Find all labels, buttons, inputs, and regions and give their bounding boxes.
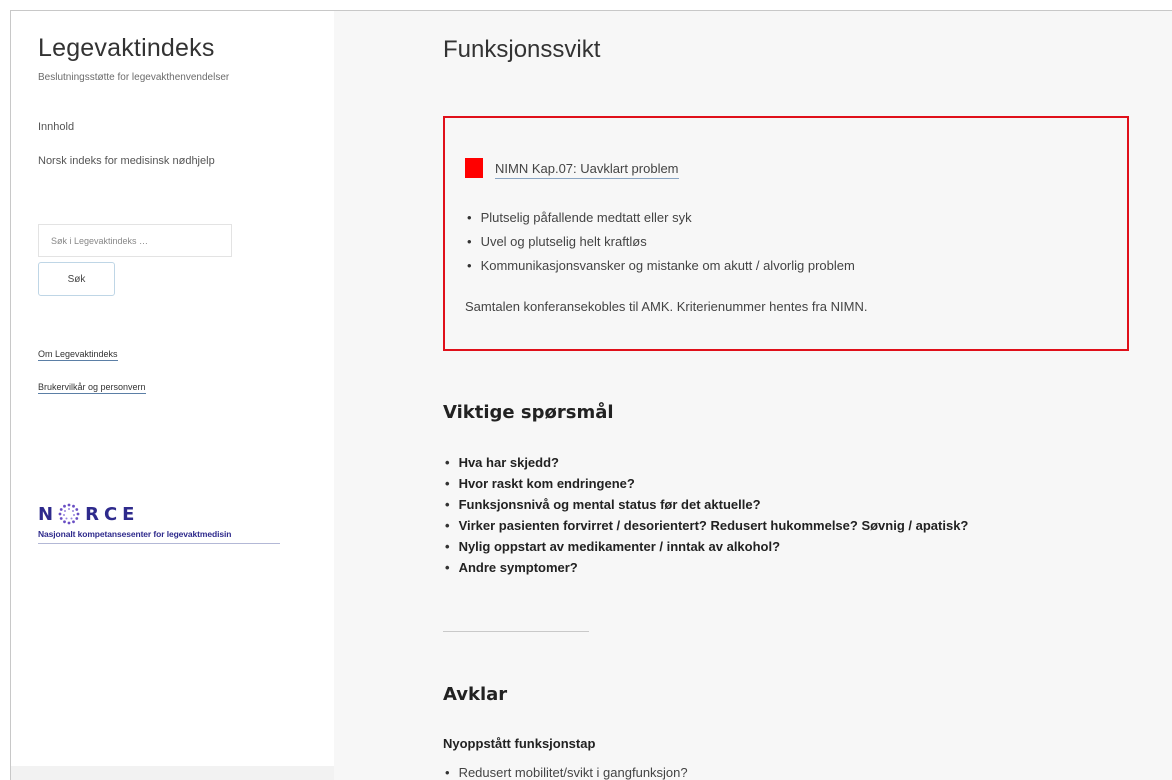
nav-item-nimn[interactable]: Norsk indeks for medisinsk nødhjelp: [38, 155, 215, 167]
page-title: Funksjonssvikt: [443, 36, 601, 63]
link-brukervilkar[interactable]: Brukervilkår og personvern: [38, 382, 146, 394]
link-om-legevaktindeks[interactable]: Om Legevaktindeks: [38, 349, 118, 361]
logo-subtitle: Nasjonalt kompetansesenter for legevaktm…: [38, 529, 280, 544]
alert-criteria-list: Plutselig påfallende medtatt eller syk U…: [467, 206, 855, 278]
norce-logo[interactable]: N RCE Nasjonalt kompetansesenter for leg…: [38, 503, 280, 544]
questions-heading: Viktige spørsmål: [443, 402, 614, 423]
clarify-list: Redusert mobilitet/svikt i gangfunksjon?: [445, 762, 688, 780]
question-item: Nylig oppstart av medikamenter / inntak …: [445, 536, 968, 557]
section-divider: [443, 631, 589, 632]
question-item: Funksjonsnivå og mental status før det a…: [445, 494, 968, 515]
question-item: Andre symptomer?: [445, 557, 968, 578]
nimn-chapter-link[interactable]: NIMN Kap.07: Uavklart problem: [495, 161, 679, 179]
logo-letter-n: N: [38, 503, 59, 525]
search-input[interactable]: [38, 224, 232, 257]
clarify-subheading: Nyoppstått funksjonstap: [443, 736, 596, 751]
alert-item: Kommunikasjonsvansker og mistanke om aku…: [467, 254, 855, 278]
question-item: Virker pasienten forvirret / desorienter…: [445, 515, 969, 536]
logo-letters-rce: RCE: [85, 503, 140, 525]
red-flag-icon: [465, 158, 483, 178]
sidebar-footer: [11, 766, 334, 780]
question-item: Hvor raskt kom endringene?: [445, 473, 968, 494]
alert-item: Plutselig påfallende medtatt eller syk: [467, 206, 855, 230]
logo-burst-icon: [58, 503, 80, 525]
alert-item: Uvel og plutselig helt kraftløs: [467, 230, 855, 254]
alert-note: Samtalen konferansekobles til AMK. Krite…: [465, 299, 868, 314]
search-button[interactable]: Søk: [38, 262, 115, 296]
logo-wordmark: N RCE: [38, 503, 280, 525]
site-description: Beslutningsstøtte for legevakthenvendels…: [38, 72, 230, 83]
questions-list: Hva har skjedd? Hvor raskt kom endringen…: [445, 452, 969, 578]
question-item: Hva har skjedd?: [445, 452, 968, 473]
clarify-item: Redusert mobilitet/svikt i gangfunksjon?: [445, 762, 688, 780]
alert-box: NIMN Kap.07: Uavklart problem Plutselig …: [443, 116, 1129, 351]
site-title[interactable]: Legevaktindeks: [38, 34, 215, 63]
clarify-heading: Avklar: [443, 684, 508, 705]
nav-item-innhold[interactable]: Innhold: [38, 121, 74, 133]
